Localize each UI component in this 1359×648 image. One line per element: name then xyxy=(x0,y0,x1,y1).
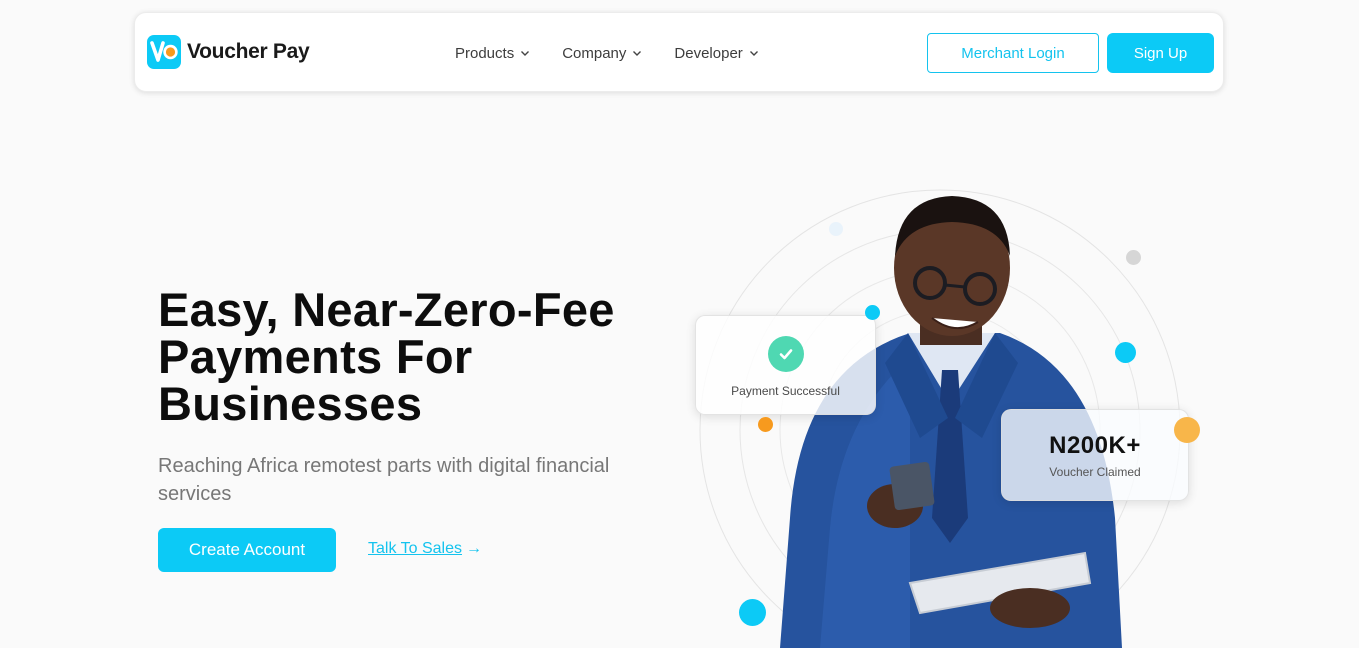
brand-name: Voucher Pay xyxy=(187,40,310,63)
sign-up-button[interactable]: Sign Up xyxy=(1107,33,1214,73)
payment-successful-card: Payment Successful xyxy=(695,315,876,415)
voucher-claimed-card: N200K+ Voucher Claimed xyxy=(1001,409,1189,501)
chevron-down-icon xyxy=(633,51,642,56)
nav-products[interactable]: Products xyxy=(455,45,530,62)
voucher-pay-logo-icon xyxy=(147,35,181,69)
nav-developer-label: Developer xyxy=(674,44,743,62)
main-nav: Products Company Developer xyxy=(455,13,759,93)
check-icon xyxy=(768,336,804,372)
navbar: Voucher Pay Products Company Developer M… xyxy=(134,12,1224,92)
chevron-down-icon xyxy=(521,51,530,56)
logo[interactable]: Voucher Pay xyxy=(147,35,310,69)
decorative-dot xyxy=(829,222,843,236)
hero-title: Easy, Near-Zero-Fee Payments For Busines… xyxy=(158,286,678,427)
nav-developer[interactable]: Developer xyxy=(674,45,758,62)
decorative-dot xyxy=(1115,342,1136,363)
talk-to-sales-label: Talk To Sales xyxy=(368,540,462,557)
decorative-dot xyxy=(1126,250,1141,265)
voucher-claimed-label: Voucher Claimed xyxy=(1049,465,1141,479)
payment-successful-label: Payment Successful xyxy=(731,384,840,398)
talk-to-sales-link[interactable]: Talk To Sales → xyxy=(368,540,482,558)
decorative-dot xyxy=(739,599,766,626)
decorative-dot xyxy=(865,305,880,320)
decorative-dot xyxy=(1174,417,1200,443)
hero-title-line-3: Businesses xyxy=(158,377,423,430)
nav-company-label: Company xyxy=(562,44,627,62)
nav-products-label: Products xyxy=(455,44,515,62)
arrow-right-icon: → xyxy=(465,540,482,557)
chevron-down-icon xyxy=(749,51,758,56)
hero-subtitle: Reaching Africa remotest parts with digi… xyxy=(158,455,610,505)
hero-title-line-1: Easy, Near-Zero-Fee xyxy=(158,283,615,336)
create-account-button[interactable]: Create Account xyxy=(158,528,336,572)
voucher-amount: N200K+ xyxy=(1049,432,1141,459)
decorative-dot xyxy=(758,417,773,432)
hero-title-line-2: Payments For xyxy=(158,330,473,383)
nav-company[interactable]: Company xyxy=(562,45,642,62)
merchant-login-button[interactable]: Merchant Login xyxy=(927,33,1099,73)
